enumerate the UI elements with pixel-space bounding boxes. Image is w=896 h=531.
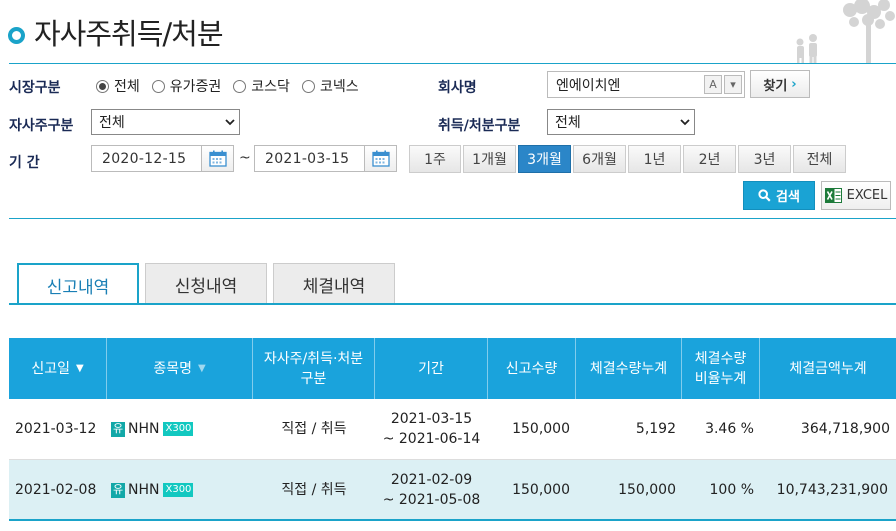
period-1month-button[interactable]: 1개월 xyxy=(463,145,516,173)
col-header-reported-qty: 신고수량 xyxy=(488,338,576,399)
index-badge: X300 xyxy=(163,483,194,497)
title-bullet-icon xyxy=(8,26,25,44)
page-title: 자사주취득/처분 xyxy=(34,17,224,51)
period-label: 기 간 xyxy=(9,155,40,171)
tab-underline xyxy=(9,303,896,305)
period-1year-button[interactable]: 1년 xyxy=(628,145,681,173)
radio-unchecked-icon[interactable] xyxy=(301,79,315,93)
radio-unchecked-icon[interactable] xyxy=(233,79,247,93)
index-badge: X300 xyxy=(163,422,194,436)
company-input[interactable]: 엔에이치엔 A ▾ xyxy=(547,71,745,98)
cell-report-date: 2021-02-08 xyxy=(15,482,97,498)
period-6month-button[interactable]: 6개월 xyxy=(573,145,626,173)
end-date-input[interactable]: 2021-03-15 xyxy=(254,145,365,172)
acq-disposal-select[interactable]: 전체 xyxy=(547,109,695,135)
end-calendar-button[interactable] xyxy=(364,145,397,172)
filter-bottom-border xyxy=(9,218,896,219)
calendar-icon xyxy=(208,150,227,167)
table-header: 신고일 ▼ 종목명 ▼ 자사주/취득·처분 구분 기간 신고수량 체결수량누계 … xyxy=(9,338,896,399)
cell-executed-qty: 150,000 xyxy=(618,482,676,498)
cell-report-date: 2021-03-12 xyxy=(15,421,97,437)
cell-executed-amount: 364,718,900 xyxy=(800,421,890,437)
market-label: 시장구분 xyxy=(9,80,61,96)
tab-report-history[interactable]: 신고내역 xyxy=(17,263,139,305)
autocomplete-dropdown-button[interactable]: ▾ xyxy=(724,75,742,94)
period-1week-button[interactable]: 1주 xyxy=(409,145,461,173)
cell-executed-ratio: 100 % xyxy=(709,482,754,498)
find-company-button[interactable]: 찾기 › xyxy=(750,70,810,98)
period-3year-button[interactable]: 3년 xyxy=(738,145,791,173)
treasury-select[interactable]: 전체 xyxy=(91,109,240,135)
sort-desc-icon[interactable]: ▼ xyxy=(76,359,84,379)
radio-market-all[interactable]: 전체 xyxy=(96,76,140,96)
radio-market-kospi[interactable]: 유가증권 xyxy=(151,76,221,96)
excel-download-button[interactable]: EXCEL xyxy=(821,181,891,210)
cell-stock-name: 유 NHN X300 xyxy=(107,399,253,459)
cell-period: 2021-03-15 ~ 2021-06-14 xyxy=(382,411,481,447)
col-header-executed-qty: 체결수량누계 xyxy=(576,338,682,399)
cell-executed-amount: 10,743,231,900 xyxy=(776,482,888,498)
stock-name-link[interactable]: NHN xyxy=(128,480,159,500)
radio-unchecked-icon[interactable] xyxy=(151,79,165,93)
sort-desc-icon[interactable]: ▼ xyxy=(198,359,206,379)
cell-executed-qty: 5,192 xyxy=(635,421,676,437)
company-input-value: 엔에이치엔 xyxy=(556,77,621,94)
market-badge: 유 xyxy=(111,482,125,498)
period-all-button[interactable]: 전체 xyxy=(793,145,846,173)
calendar-icon xyxy=(371,150,390,167)
start-calendar-button[interactable] xyxy=(201,145,234,172)
chevron-right-icon: › xyxy=(791,76,797,92)
col-header-period: 기간 xyxy=(375,338,488,399)
cell-reported-qty: 150,000 xyxy=(512,421,570,437)
cell-period: 2021-02-09 ~ 2021-05-08 xyxy=(382,472,481,508)
start-date-input[interactable]: 2020-12-15 xyxy=(91,145,202,172)
period-button-group: 1주 1개월 3개월 6개월 1년 2년 3년 전체 xyxy=(409,145,848,173)
tab-application-history[interactable]: 신청내역 xyxy=(145,263,267,304)
radio-checked-icon[interactable] xyxy=(96,79,109,93)
table-bottom-border xyxy=(9,519,896,521)
acq-disposal-label: 취득/처분구분 xyxy=(438,118,521,134)
result-tabs: 신고내역 신청내역 체결내역 xyxy=(17,263,401,305)
stock-name-link[interactable]: NHN xyxy=(128,419,159,439)
chevron-down-icon xyxy=(221,118,239,126)
market-radio-group: 전체 유가증권 코스닥 코넥스 xyxy=(96,76,371,96)
search-button[interactable]: 검색 xyxy=(743,181,815,210)
table-row[interactable]: 2021-02-08 유 NHN X300 직접 / 취득 2021-02-09… xyxy=(9,460,896,521)
chevron-down-icon xyxy=(676,118,694,126)
page-header: 자사주취득/처분 xyxy=(8,12,224,52)
table-row[interactable]: 2021-03-12 유 NHN X300 직접 / 취득 2021-03-15… xyxy=(9,399,896,460)
excel-icon xyxy=(824,188,842,203)
market-badge: 유 xyxy=(111,421,125,437)
cell-reported-qty: 150,000 xyxy=(512,482,570,498)
col-header-executed-ratio: 체결수량 비율누계 xyxy=(682,338,760,399)
col-header-stock-name[interactable]: 종목명 ▼ xyxy=(107,338,253,399)
filter-top-border xyxy=(9,63,896,64)
col-header-executed-amount: 체결금액누계 xyxy=(789,360,867,377)
tree-family-illustration xyxy=(796,0,895,64)
cell-treasury-type: 직접 / 취득 xyxy=(281,421,347,437)
col-header-treasury-type: 자사주/취득·처분 구분 xyxy=(253,338,375,399)
autocomplete-toggle-button[interactable]: A xyxy=(704,75,722,94)
cell-executed-ratio: 3.46 % xyxy=(705,421,754,437)
treasury-label: 자사주구분 xyxy=(9,118,74,134)
radio-market-konex[interactable]: 코넥스 xyxy=(301,76,359,96)
company-label: 회사명 xyxy=(438,80,477,96)
col-header-report-date[interactable]: 신고일 ▼ xyxy=(9,338,107,399)
cell-stock-name: 유 NHN X300 xyxy=(107,460,253,520)
cell-treasury-type: 직접 / 취득 xyxy=(281,482,347,498)
period-3month-button[interactable]: 3개월 xyxy=(518,145,571,173)
search-icon xyxy=(758,189,771,202)
date-range-separator: ~ xyxy=(239,150,251,166)
radio-market-kosdaq[interactable]: 코스닥 xyxy=(233,76,290,96)
period-2year-button[interactable]: 2년 xyxy=(683,145,736,173)
tab-execution-history[interactable]: 체결내역 xyxy=(273,263,395,304)
